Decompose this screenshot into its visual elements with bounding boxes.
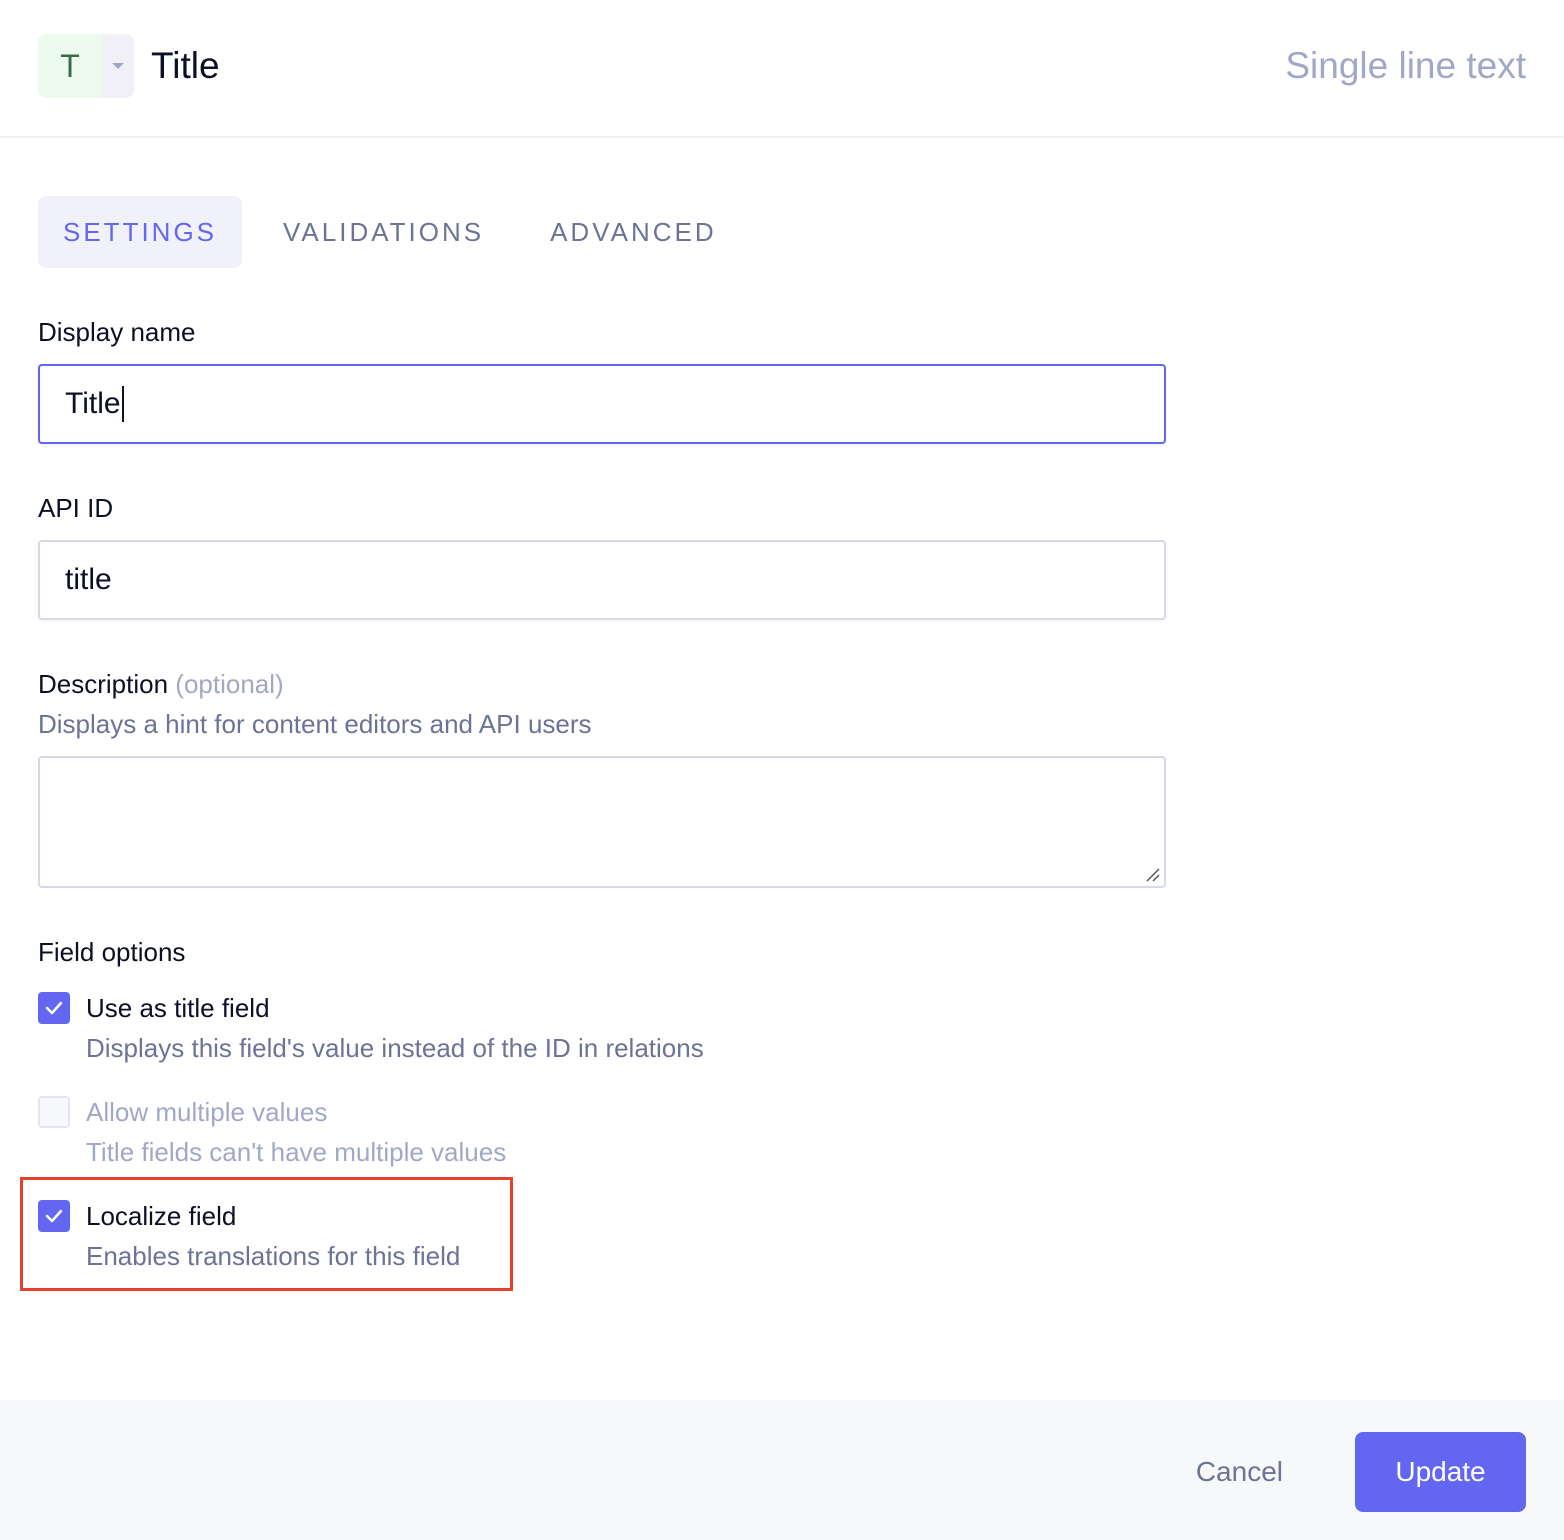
display-name-input[interactable]: Title	[38, 364, 1166, 444]
tab-settings[interactable]: SETTINGS	[38, 196, 243, 268]
field-type-picker[interactable]: T	[38, 34, 134, 98]
option-description: Displays this field's value instead of t…	[86, 1033, 704, 1063]
field-title: Title	[151, 45, 220, 86]
display-name-label: Display name	[38, 317, 196, 347]
resize-handle-icon[interactable]	[1145, 867, 1161, 883]
field-header: T Title Single line text	[0, 0, 1564, 138]
option-label: Allow multiple values	[86, 1097, 328, 1127]
tab-validations[interactable]: VALIDATIONS	[258, 196, 509, 268]
option-label[interactable]: Use as title field	[86, 990, 270, 1026]
optional-tag: (optional)	[175, 669, 284, 699]
check-icon	[45, 1001, 63, 1015]
field-type-label: Single line text	[1285, 45, 1526, 86]
description-label: Description (optional)	[38, 669, 284, 699]
chevron-down-icon[interactable]	[102, 34, 134, 98]
field-options-heading: Field options	[38, 937, 186, 967]
api-id-input[interactable]: title	[38, 540, 1166, 620]
tab-advanced[interactable]: ADVANCED	[525, 196, 742, 268]
text-type-icon: T	[38, 34, 102, 98]
option-description: Title fields can't have multiple values	[86, 1137, 507, 1167]
description-hint: Displays a hint for content editors and …	[38, 709, 592, 739]
use-as-title-checkbox[interactable]	[38, 992, 70, 1024]
tab-bar: SETTINGS VALIDATIONS ADVANCED	[38, 196, 758, 268]
allow-multiple-checkbox[interactable]	[38, 1096, 70, 1128]
display-name-value: Title	[65, 387, 121, 420]
api-id-value: title	[65, 563, 112, 596]
highlight-annotation	[20, 1177, 513, 1291]
footer-bar: Cancel Update	[0, 1400, 1564, 1540]
text-cursor	[121, 386, 124, 422]
description-textarea[interactable]	[38, 756, 1166, 888]
update-button[interactable]: Update	[1355, 1432, 1526, 1512]
cancel-button[interactable]: Cancel	[1169, 1432, 1310, 1512]
api-id-label: API ID	[38, 493, 114, 523]
